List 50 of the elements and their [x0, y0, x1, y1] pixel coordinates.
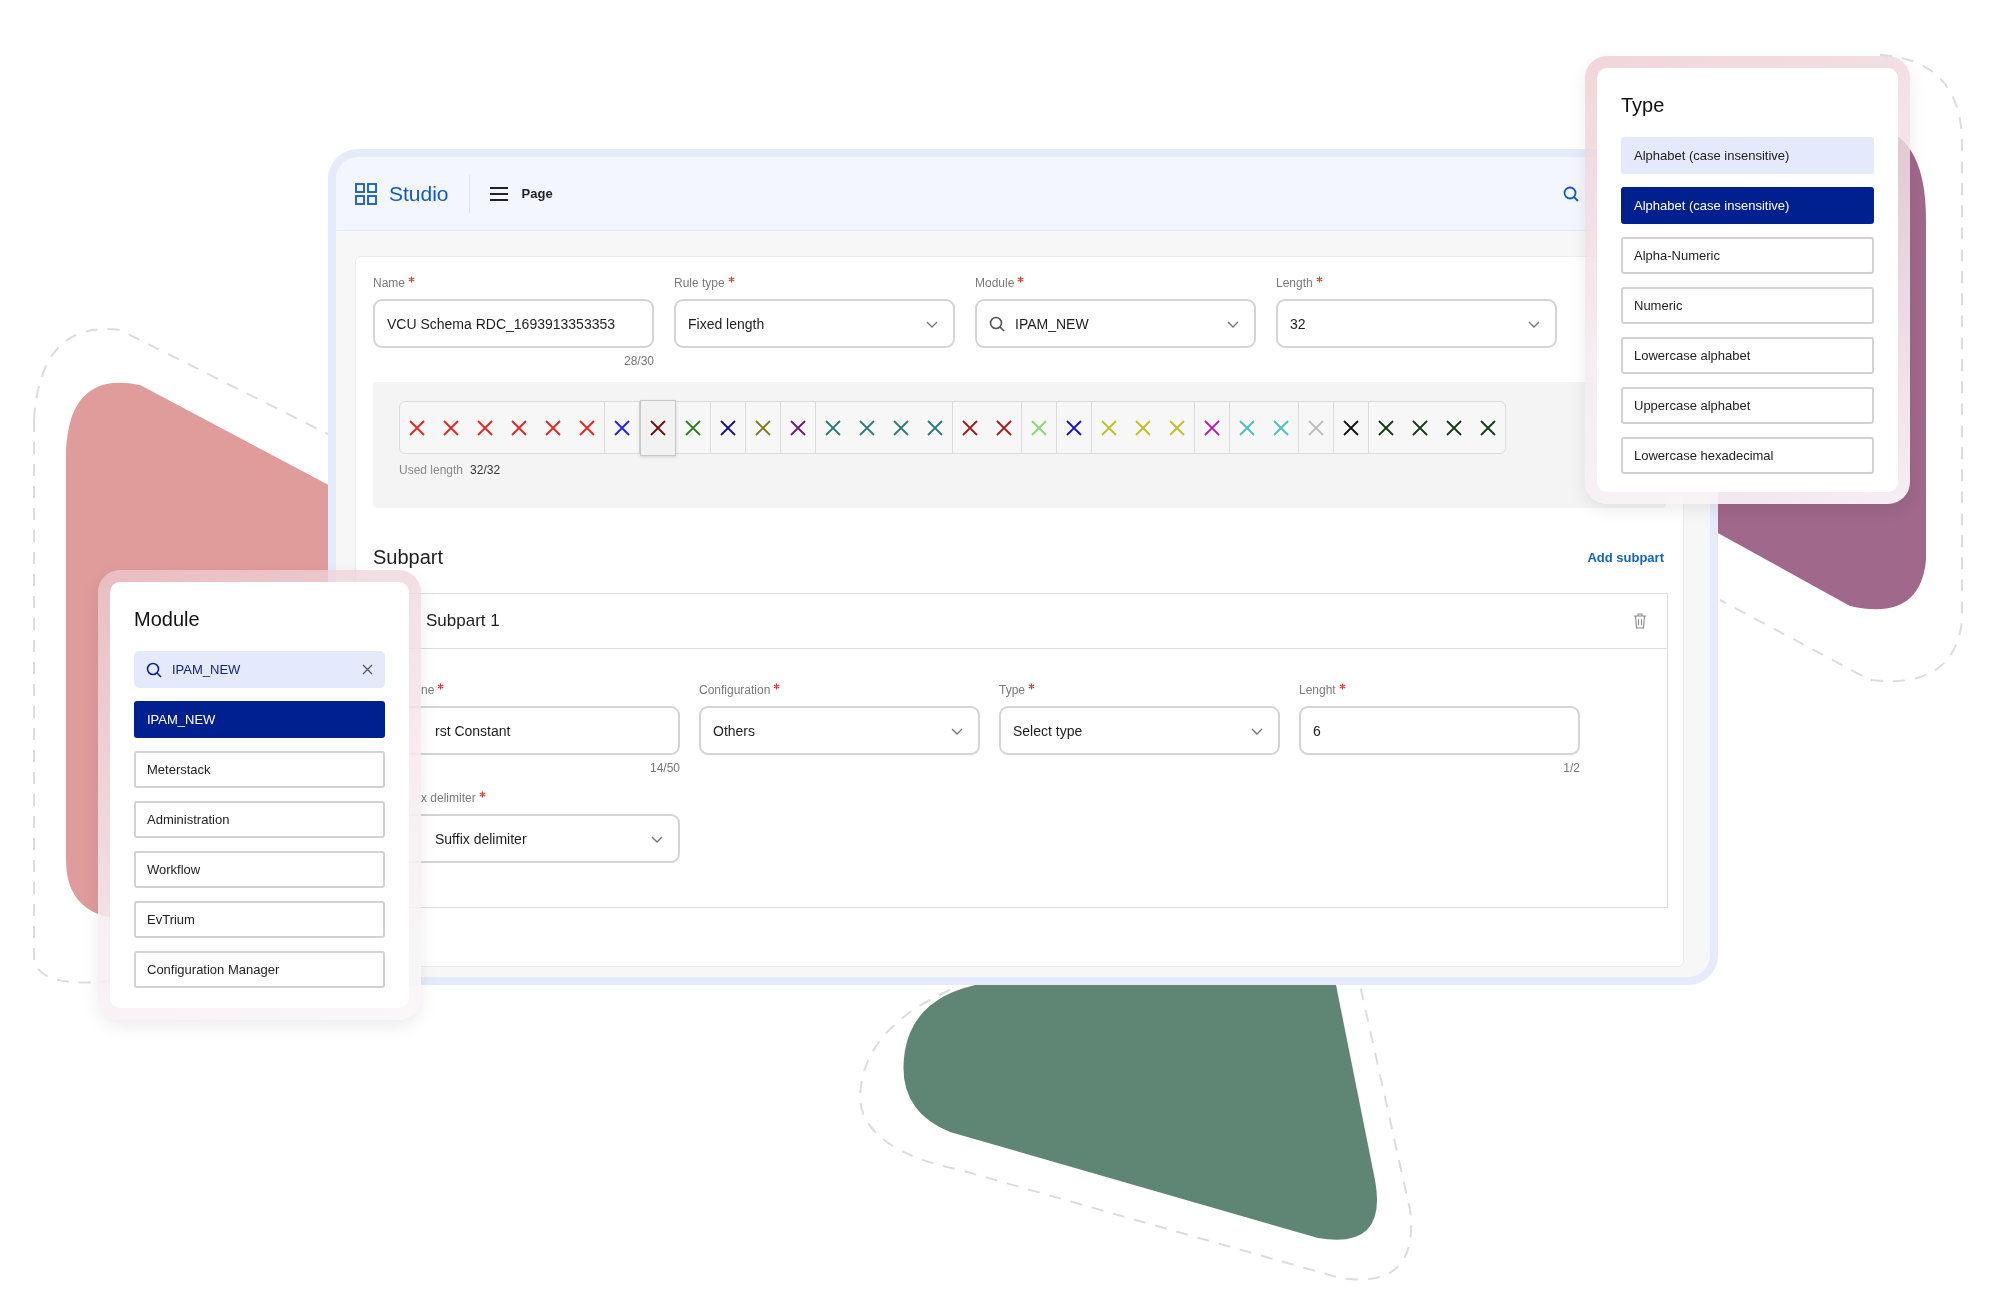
dropdown-field[interactable]: 32 — [1276, 299, 1557, 348]
list-option[interactable]: Lowercase alphabet — [1621, 337, 1874, 374]
add-subpart-link[interactable]: Add subpart — [1587, 549, 1664, 565]
list-option[interactable]: Administration — [134, 801, 385, 838]
list-option[interactable]: Meterstack — [134, 751, 385, 788]
section-title: Subpart — [373, 545, 444, 569]
field-label: Length — [1276, 276, 1313, 290]
field-label: Module — [975, 276, 1015, 290]
page-title: Page — [521, 186, 553, 201]
field-label: Configuration — [699, 683, 771, 697]
field-label: ne — [421, 683, 435, 697]
list-option[interactable]: Uppercase alphabet — [1621, 387, 1874, 424]
dropdown-field[interactable]: Fixed length — [674, 299, 955, 348]
list-option[interactable]: EvTrium — [134, 901, 385, 938]
list-option[interactable]: Alphabet (case insensitive) — [1621, 187, 1874, 224]
subpart-title: Subpart 1 — [426, 611, 500, 631]
grid-icon[interactable] — [355, 182, 377, 205]
search-dropdown[interactable]: IPAM_NEW — [975, 299, 1256, 348]
list-option[interactable]: Configuration Manager — [134, 951, 385, 988]
list-option[interactable]: IPAM_NEW — [134, 701, 385, 738]
menu-icon[interactable] — [489, 185, 508, 202]
list-option[interactable]: Alphabet (case insensitive) — [1621, 137, 1874, 174]
text-field[interactable]: 6 — [1299, 706, 1580, 755]
search-field[interactable]: IPAM_NEW — [134, 651, 385, 688]
field-label: Lenght — [1299, 683, 1336, 697]
dropdown-field[interactable]: Others — [699, 706, 980, 755]
text-field[interactable]: VCU Schema RDC_1693913353353 — [373, 299, 654, 348]
field-label: x delimiter — [421, 791, 476, 805]
list-option[interactable]: Lowercase hexadecimal — [1621, 437, 1874, 474]
field-label: Name — [373, 276, 405, 290]
close-icon[interactable] — [362, 664, 373, 675]
list-option[interactable]: Alpha-Numeric — [1621, 237, 1874, 274]
character-group[interactable] — [640, 399, 676, 456]
panel-title: Type — [1621, 94, 1666, 117]
app-name: Studio — [389, 181, 449, 206]
trash-icon[interactable] — [1633, 613, 1647, 629]
character-counter: 28/30 — [623, 354, 654, 368]
field-label: Type — [999, 683, 1025, 697]
search-icon[interactable] — [1563, 185, 1579, 202]
search-icon — [146, 661, 162, 678]
field-label: Rule type — [674, 276, 725, 290]
used-length-value: 32/32 — [470, 463, 501, 477]
panel-title: Module — [134, 608, 201, 631]
dropdown-field[interactable]: Select type — [999, 706, 1280, 755]
list-option[interactable]: Workflow — [134, 851, 385, 888]
character-counter: 14/50 — [649, 761, 680, 775]
used-length-label: Used length — [399, 463, 464, 477]
list-option[interactable]: Numeric — [1621, 287, 1874, 324]
character-counter: 1/2 — [1563, 761, 1580, 775]
search-icon — [989, 315, 1005, 332]
